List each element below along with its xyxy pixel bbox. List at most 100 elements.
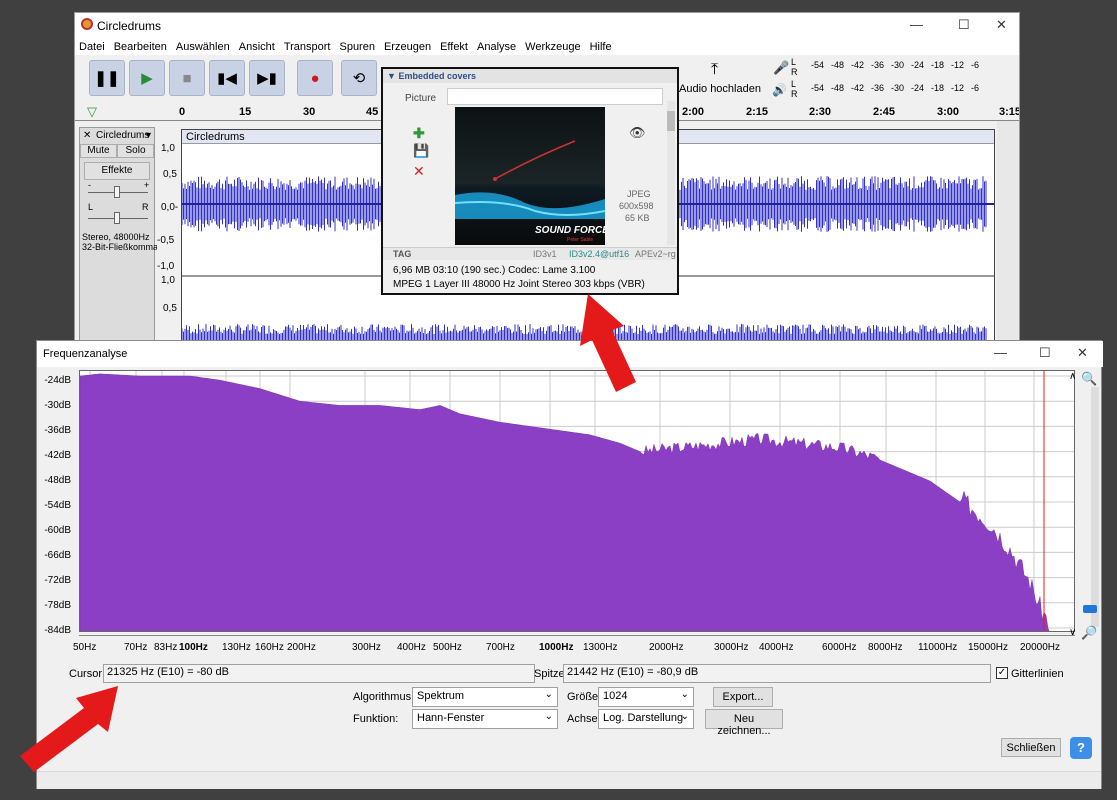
freq-maximize-icon[interactable]: ☐	[1039, 345, 1051, 361]
microphone-icon[interactable]: 🎤	[773, 60, 789, 76]
menu-analyse[interactable]: Analyse	[473, 39, 521, 53]
loop-icon: ⟲	[352, 70, 366, 87]
tag-apev2[interactable]: APEv2~rg	[635, 249, 676, 259]
close-button[interactable]: Schließen	[1001, 738, 1061, 757]
scroll-up-icon[interactable]: ∧	[1069, 371, 1076, 382]
picture-field[interactable]	[447, 88, 663, 105]
playback-meter[interactable]: -54 -48 -42 -36 -30 -24 -18 -12 -6	[811, 83, 991, 97]
menu-effekt[interactable]: Effekt	[436, 39, 473, 53]
play-icon: ▶	[141, 70, 153, 87]
pan-left-label: L	[88, 202, 94, 212]
minimize-icon[interactable]: —	[910, 17, 923, 32]
speaker-icon[interactable]: 🔊	[772, 83, 787, 97]
algorithm-select[interactable]: Spektrum ⌄	[412, 687, 558, 707]
menu-bearbeiten[interactable]: Bearbeiten	[110, 39, 172, 53]
effects-button[interactable]: Effekte	[84, 162, 150, 180]
timeline-label: 15	[239, 106, 252, 118]
mute-button[interactable]: Mute	[80, 144, 117, 158]
export-button[interactable]: Export...	[713, 687, 773, 707]
meter-tick: -6	[971, 83, 980, 93]
zoom-slider[interactable]	[1091, 387, 1099, 627]
meter-tick: -54	[811, 83, 825, 93]
tag-id3v1[interactable]: ID3v1	[533, 249, 557, 259]
grid-checkbox[interactable]: ✓	[996, 667, 1008, 679]
zoom-out-icon[interactable]: 🔎	[1081, 625, 1097, 641]
maximize-icon[interactable]: ☐	[958, 17, 970, 33]
save-cover-icon[interactable]: 💾	[413, 143, 429, 159]
axis-select[interactable]: Log. Darstellung ⌄	[598, 709, 694, 729]
zoom-slider-thumb[interactable]	[1083, 605, 1097, 613]
view-cover-icon[interactable]: 👁	[629, 125, 646, 141]
upload-icon[interactable]: ⤒	[711, 61, 718, 79]
delete-cover-icon[interactable]: ✕	[413, 163, 425, 180]
chevron-down-icon: ⌄	[680, 689, 689, 700]
tag-popup: ▼ Embedded covers Picture ✚ 💾 ✕ SOUND FO…	[381, 67, 679, 295]
loop-button[interactable]: ⟲	[341, 60, 377, 96]
popup-scrollbar[interactable]	[667, 101, 675, 245]
size-select[interactable]: 1024 ⌄	[598, 687, 694, 707]
pan-slider-thumb[interactable]	[114, 212, 120, 224]
play-button[interactable]: ▶	[129, 60, 165, 96]
x-axis-label: 4000Hz	[759, 642, 794, 653]
function-select[interactable]: Hann-Fenster ⌄	[412, 709, 558, 729]
meter-r-label: R	[791, 67, 798, 77]
record-meter[interactable]: -54 -48 -42 -36 -30 -24 -18 -12 -6	[811, 60, 991, 74]
gain-slider-thumb[interactable]	[114, 186, 120, 198]
x-axis-label: 2000Hz	[649, 642, 684, 653]
menu-auswaehlen[interactable]: Auswählen	[172, 39, 235, 53]
close-icon[interactable]: ✕	[996, 17, 1007, 33]
spectrum-plot[interactable]	[79, 370, 1075, 632]
zoom-in-icon[interactable]: 🔍	[1081, 371, 1097, 387]
menu-spuren[interactable]: Spuren	[335, 39, 379, 53]
spectrum-area	[80, 373, 1050, 631]
record-button[interactable]: ●	[297, 60, 333, 96]
vertical-ruler[interactable]: 1,0 0,5 0,0- -0,5 -1,0 1,0 0,5	[157, 127, 181, 341]
collapse-icon[interactable]: ▼	[387, 71, 396, 81]
chevron-down-icon: ⌄	[544, 711, 553, 722]
x-axis-label: 100Hz	[179, 642, 208, 653]
meter-tick: -36	[871, 83, 885, 93]
meter-tick: -48	[831, 83, 845, 93]
x-axis-label: 11000Hz	[918, 642, 958, 653]
timeline-label: 2:00	[682, 106, 705, 118]
menu-erzeugen[interactable]: Erzeugen	[380, 39, 436, 53]
timeline-play-head-icon[interactable]: ▽	[87, 104, 97, 120]
vertical-scrollbar[interactable]	[997, 121, 1019, 341]
track-menu-icon[interactable]: ▼	[144, 130, 153, 140]
add-cover-icon[interactable]: ✚	[413, 125, 425, 142]
stop-button[interactable]: ■	[169, 60, 205, 96]
help-button[interactable]: ?	[1070, 737, 1092, 759]
timeline-label: 45	[366, 106, 379, 118]
menu-werkzeuge[interactable]: Werkzeuge	[521, 39, 585, 53]
cover-format: JPEG	[627, 189, 651, 199]
tag-id3v2[interactable]: ID3v2.4@utf16	[569, 249, 629, 259]
scale-label: 0,0-	[161, 202, 179, 213]
x-axis-label: 83Hz	[154, 642, 178, 653]
algorithm-label: Algorithmus:	[353, 691, 415, 703]
freq-close-icon[interactable]: ✕	[1077, 345, 1088, 361]
menu-datei[interactable]: Datei	[75, 39, 110, 53]
upload-label[interactable]: Audio hochladen	[679, 83, 761, 95]
menu-transport[interactable]: Transport	[280, 39, 336, 53]
solo-button[interactable]: Solo	[117, 144, 154, 158]
scroll-down-icon[interactable]: ∨	[1069, 627, 1076, 638]
audacity-logo-icon	[81, 18, 93, 30]
freq-minimize-icon[interactable]: —	[994, 345, 1007, 360]
track-close-icon[interactable]: ✕	[83, 130, 91, 141]
scale-label: -0,5	[157, 235, 175, 246]
pause-button[interactable]: ❚❚	[89, 60, 125, 96]
embedded-covers-header[interactable]: ▼ Embedded covers	[383, 69, 677, 83]
menu-ansicht[interactable]: Ansicht	[235, 39, 280, 53]
timeline-label: 30	[303, 106, 316, 118]
meter-l-label-2: L	[791, 79, 797, 89]
freq-window-title: Frequenzanalyse	[43, 348, 128, 360]
skip-end-button[interactable]: ▶▮	[249, 60, 285, 96]
skip-start-button[interactable]: ▮◀	[209, 60, 245, 96]
meter-tick: -24	[911, 83, 925, 93]
spectrum-svg	[80, 371, 1074, 631]
menu-hilfe[interactable]: Hilfe	[586, 39, 617, 53]
track-name[interactable]: Circledrums	[96, 130, 149, 141]
redraw-button[interactable]: Neu zeichnen...	[705, 709, 783, 737]
clip-name[interactable]: Circledrums	[186, 131, 245, 143]
size-value: 1024	[603, 690, 628, 702]
